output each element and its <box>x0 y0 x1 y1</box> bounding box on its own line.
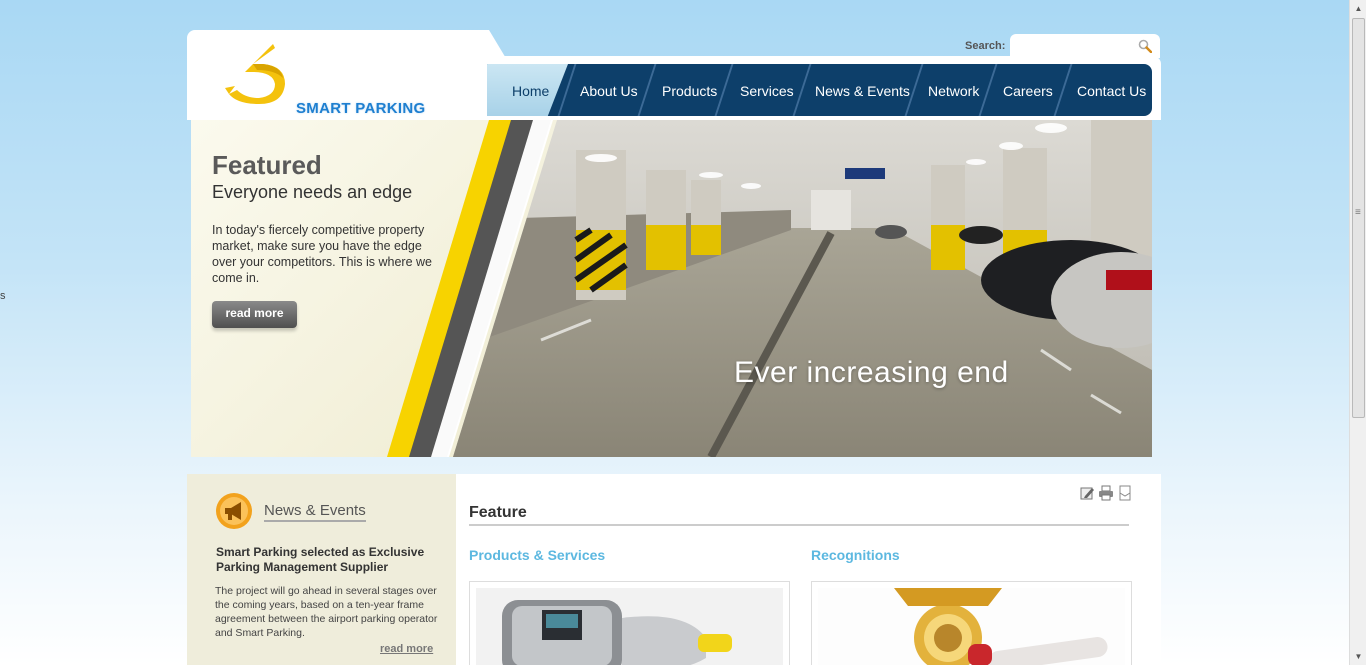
nav-separator <box>978 64 998 116</box>
nav-item-services[interactable]: Services <box>740 64 794 116</box>
parking-device-image <box>476 588 783 665</box>
hero-caption: Ever increasing end <box>734 356 1009 389</box>
hero-read-more-button[interactable]: read more <box>212 301 297 328</box>
feature-section: Feature Products & Services Recognitions <box>456 474 1161 665</box>
nav-item-home[interactable]: Home <box>512 64 549 116</box>
nav-item-network[interactable]: Network <box>928 64 979 116</box>
search-label: Search: <box>965 40 1006 52</box>
feature-heading: Feature <box>469 504 1129 526</box>
nav-item-news-events[interactable]: News & Events <box>815 64 910 116</box>
scroll-down-arrow-icon[interactable]: ▼ <box>1350 648 1366 665</box>
search-icon[interactable] <box>1138 39 1153 53</box>
email-icon[interactable] <box>1117 485 1133 501</box>
megaphone-icon <box>216 493 252 529</box>
news-events-panel: News & Events Smart Parking selected as … <box>187 474 456 665</box>
news-item-body: The project will go ahead in several sta… <box>215 585 438 639</box>
nav-item-contact-us[interactable]: Contact Us <box>1077 64 1146 116</box>
print-icon[interactable] <box>1098 485 1114 501</box>
hero-subtitle: Everyone needs an edge <box>212 182 413 202</box>
parking-garage-photo <box>387 120 1152 457</box>
page-container: SMART PARKING Search: Home About Us Prod… <box>187 30 1161 665</box>
logo-text: SMART PARKING <box>296 100 426 117</box>
page-tools <box>1079 485 1133 501</box>
nav-item-products[interactable]: Products <box>662 64 717 116</box>
recognitions-card[interactable] <box>811 581 1132 665</box>
search-area: Search: <box>965 34 1161 58</box>
stray-text: s <box>0 290 6 302</box>
news-item-title[interactable]: Smart Parking selected as Exclusive Park… <box>216 545 441 575</box>
scroll-thumb[interactable] <box>1352 18 1365 418</box>
nav-separator <box>714 64 734 116</box>
hero-body-text: In today's fiercely competitive property… <box>212 223 432 285</box>
nav-separator <box>1053 64 1073 116</box>
logo-mark-icon <box>225 44 285 104</box>
edit-icon[interactable] <box>1079 485 1095 501</box>
nav-separator <box>792 64 812 116</box>
nav-item-about-us[interactable]: About Us <box>580 64 638 116</box>
vertical-scrollbar[interactable]: ▲ ▼ <box>1349 0 1366 665</box>
recognitions-heading[interactable]: Recognitions <box>811 547 900 563</box>
scroll-up-arrow-icon[interactable]: ▲ <box>1350 0 1366 17</box>
news-heading[interactable]: News & Events <box>264 502 366 522</box>
search-input[interactable] <box>1014 36 1133 56</box>
news-read-more-link[interactable]: read more <box>380 643 433 655</box>
hero-title: Featured <box>212 150 322 180</box>
products-services-heading[interactable]: Products & Services <box>469 547 605 563</box>
trophy-image <box>818 588 1125 665</box>
site-logo[interactable]: SMART PARKING <box>223 42 443 117</box>
nav-separator <box>637 64 657 116</box>
main-nav: Home About Us Products Services News & E… <box>487 64 1152 116</box>
search-box[interactable] <box>1010 34 1161 58</box>
nav-item-careers[interactable]: Careers <box>1003 64 1053 116</box>
hero-banner: Featured Everyone needs an edge In today… <box>191 120 1152 457</box>
products-services-card[interactable] <box>469 581 790 665</box>
